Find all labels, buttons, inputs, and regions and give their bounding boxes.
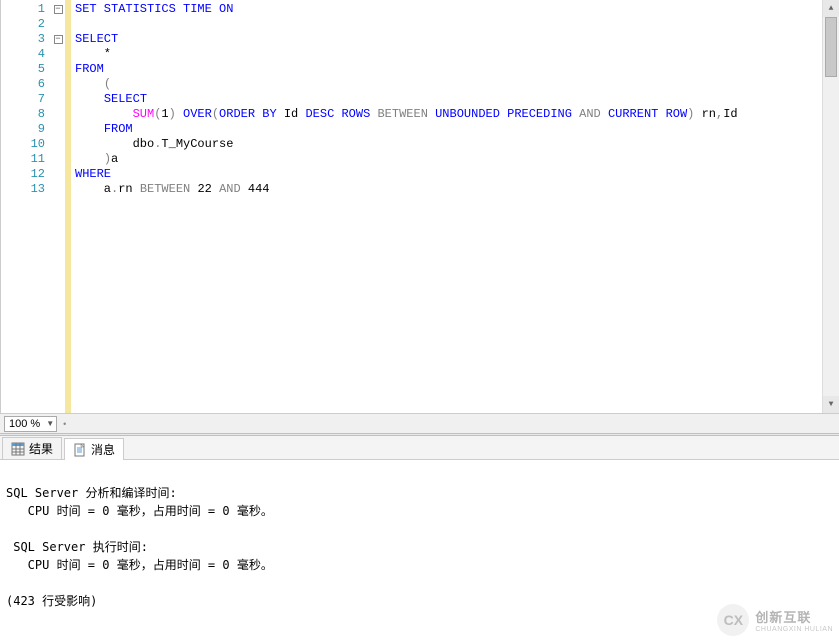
tab-results-label: 结果: [29, 440, 53, 457]
output-line: SQL Server 分析和编译时间:: [6, 484, 833, 502]
output-line: CPU 时间 = 0 毫秒，占用时间 = 0 毫秒。: [6, 502, 833, 520]
document-icon: [73, 443, 87, 457]
messages-output[interactable]: SQL Server 分析和编译时间: CPU 时间 = 0 毫秒，占用时间 =…: [0, 460, 839, 630]
output-line: SQL Server 执行时间:: [6, 538, 833, 556]
sql-editor-pane: 12345678910111213 −− SET STATISTICS TIME…: [0, 0, 839, 413]
tab-results[interactable]: 结果: [2, 437, 62, 459]
line-number: 11: [1, 152, 45, 167]
output-line: [6, 610, 833, 628]
output-line: [6, 520, 833, 538]
line-number: 6: [1, 77, 45, 92]
fold-column[interactable]: −−: [51, 0, 65, 413]
zoom-dropdown[interactable]: 100 % ▼: [4, 416, 57, 432]
editor-scrollbar[interactable]: ▲ ▼: [822, 0, 839, 413]
code-line[interactable]: a.rn BETWEEN 22 AND 444: [75, 182, 835, 197]
zoom-bullet-icon: •: [63, 419, 66, 429]
line-number: 9: [1, 122, 45, 137]
code-line[interactable]: SET STATISTICS TIME ON: [75, 2, 835, 17]
watermark-sub: CHUANGXIN HULIAN: [755, 626, 833, 633]
code-line[interactable]: SUM(1) OVER(ORDER BY Id DESC ROWS BETWEE…: [75, 107, 835, 122]
code-line[interactable]: )a: [75, 152, 835, 167]
line-number: 5: [1, 62, 45, 77]
line-number: 10: [1, 137, 45, 152]
fold-toggle-icon[interactable]: −: [54, 5, 63, 14]
output-line: CPU 时间 = 0 毫秒，占用时间 = 0 毫秒。: [6, 556, 833, 574]
code-line[interactable]: *: [75, 47, 835, 62]
fold-toggle-icon[interactable]: −: [54, 35, 63, 44]
output-tabs: 结果 消息: [0, 436, 839, 460]
scroll-up-icon[interactable]: ▲: [823, 0, 839, 17]
output-line: SQL Server 执行时间:: [6, 628, 833, 630]
line-number: 13: [1, 182, 45, 197]
zoom-value: 100 %: [9, 418, 40, 430]
code-line[interactable]: SELECT: [75, 92, 835, 107]
code-line[interactable]: dbo.T_MyCourse: [75, 137, 835, 152]
line-number: 8: [1, 107, 45, 122]
code-line[interactable]: (: [75, 77, 835, 92]
watermark: CX 创新互联 CHUANGXIN HULIAN: [717, 604, 833, 636]
code-line[interactable]: WHERE: [75, 167, 835, 182]
grid-icon: [11, 442, 25, 456]
watermark-brand: 创新互联: [755, 607, 833, 626]
watermark-logo-icon: CX: [717, 604, 749, 636]
scroll-down-icon[interactable]: ▼: [823, 396, 839, 413]
code-line[interactable]: FROM: [75, 62, 835, 77]
zoom-bar: 100 % ▼ •: [0, 413, 839, 433]
code-line[interactable]: SELECT: [75, 32, 835, 47]
code-area[interactable]: SET STATISTICS TIME ON SELECT *FROM ( SE…: [71, 0, 839, 413]
output-line: [6, 574, 833, 592]
code-line[interactable]: FROM: [75, 122, 835, 137]
chevron-down-icon: ▼: [46, 419, 54, 428]
output-line: (423 行受影响): [6, 592, 833, 610]
line-number: 1: [1, 2, 45, 17]
line-number: 3: [1, 32, 45, 47]
scroll-thumb[interactable]: [825, 17, 837, 77]
line-number: 7: [1, 92, 45, 107]
line-number-gutter: 12345678910111213: [1, 0, 51, 413]
tab-messages[interactable]: 消息: [64, 438, 124, 460]
code-line[interactable]: [75, 17, 835, 32]
tab-messages-label: 消息: [91, 441, 115, 458]
line-number: 4: [1, 47, 45, 62]
line-number: 2: [1, 17, 45, 32]
line-number: 12: [1, 167, 45, 182]
